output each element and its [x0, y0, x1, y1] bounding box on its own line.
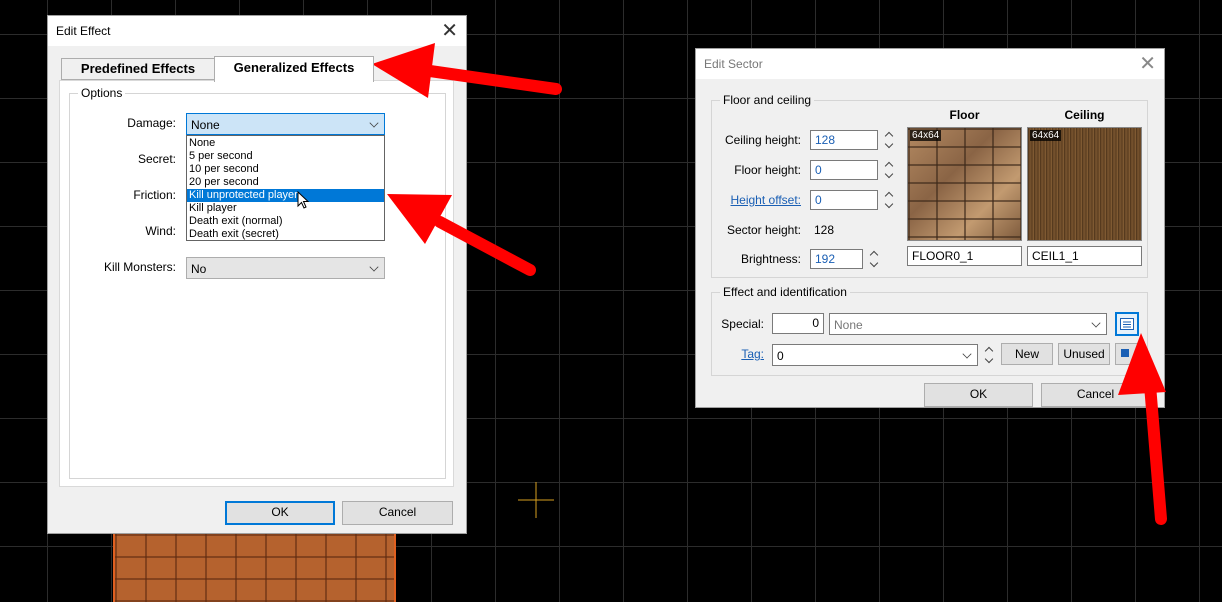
- brightness-label: Brightness:: [740, 252, 801, 266]
- chevron-down-icon: [369, 118, 379, 128]
- options-legend: Options: [78, 86, 126, 100]
- tab-generalized-effects[interactable]: Generalized Effects: [214, 56, 374, 82]
- floor-height-label: Floor height:: [734, 163, 801, 177]
- ceiling-height-label: Ceiling height:: [724, 133, 801, 147]
- damage-option[interactable]: Kill player: [187, 202, 384, 215]
- ceiling-height-spinner[interactable]: [884, 129, 894, 151]
- edit-effect-titlebar: Edit Effect ✕: [48, 16, 466, 46]
- floor-height-spinner[interactable]: [884, 159, 894, 181]
- browse-specials-button[interactable]: [1115, 312, 1139, 336]
- ceiling-texture-field[interactable]: CEIL1_1: [1027, 246, 1142, 266]
- brightness-spinner[interactable]: [869, 248, 879, 270]
- sector-height-value: 128: [814, 223, 835, 237]
- special-number-field[interactable]: 0: [772, 313, 824, 334]
- tag-link[interactable]: Tag:: [716, 347, 764, 361]
- new-tag-button[interactable]: New: [1001, 343, 1053, 365]
- friction-label: Friction:: [133, 188, 176, 202]
- height-offset-field[interactable]: 0: [810, 190, 878, 210]
- ok-button[interactable]: OK: [225, 501, 335, 525]
- special-name: None: [834, 318, 863, 332]
- edit-sector-title: Edit Sector: [704, 57, 763, 71]
- damage-option-selected[interactable]: Kill unprotected player: [187, 189, 384, 202]
- close-icon[interactable]: ✕: [441, 18, 458, 44]
- floor-texture-field[interactable]: FLOOR0_1: [907, 246, 1022, 266]
- damage-option[interactable]: 10 per second: [187, 163, 384, 176]
- tag-value: 0: [777, 349, 784, 363]
- chevron-down-icon: [1091, 318, 1101, 328]
- damage-option[interactable]: Death exit (normal): [187, 215, 384, 228]
- ceiling-height-field[interactable]: 128: [810, 130, 878, 150]
- edit-effect-title: Edit Effect: [56, 24, 111, 38]
- special-label: Special:: [721, 317, 764, 331]
- cancel-button[interactable]: Cancel: [342, 501, 453, 525]
- sector-height-label: Sector height:: [726, 223, 801, 237]
- tag-tool-icon: [1121, 349, 1129, 357]
- ceiling-texture-image[interactable]: 64x64: [1027, 127, 1142, 241]
- chevron-down-icon: [369, 262, 379, 272]
- edit-effect-dialog: Edit Effect ✕ Predefined Effects General…: [47, 15, 467, 534]
- ok-button[interactable]: OK: [924, 383, 1033, 407]
- ceiling-texture-size: 64x64: [1030, 130, 1062, 141]
- kill-monsters-value: No: [191, 262, 207, 276]
- close-icon[interactable]: ✕: [1139, 51, 1156, 77]
- edit-sector-titlebar: Edit Sector ✕: [696, 49, 1164, 79]
- tag-spinner[interactable]: [984, 344, 994, 366]
- floor-height-field[interactable]: 0: [810, 160, 878, 180]
- damage-dropdown[interactable]: None: [186, 113, 385, 135]
- secret-label: Secret:: [137, 152, 176, 166]
- floor-texture-size: 64x64: [910, 130, 942, 141]
- mouse-pointer-icon: [297, 191, 310, 209]
- floor-texture-image[interactable]: 64x64: [907, 127, 1022, 241]
- effect-and-identification-legend: Effect and identification: [720, 285, 850, 299]
- tag-extra-button[interactable]: [1115, 343, 1139, 365]
- ceiling-header: Ceiling: [1064, 108, 1105, 122]
- kill-monsters-label: Kill Monsters:: [103, 260, 176, 274]
- chevron-down-icon: [962, 349, 972, 359]
- wind-label: Wind:: [145, 224, 176, 238]
- tag-dropdown[interactable]: 0: [772, 344, 978, 366]
- unused-tag-button[interactable]: Unused: [1058, 343, 1110, 365]
- edit-sector-dialog: Edit Sector ✕ Floor and ceiling Ceiling …: [695, 48, 1165, 408]
- sector-floor-texture-preview: [113, 534, 396, 602]
- damage-label: Damage:: [127, 116, 176, 130]
- damage-option[interactable]: 5 per second: [187, 150, 384, 163]
- damage-option[interactable]: Death exit (secret): [187, 228, 384, 241]
- brightness-field[interactable]: 192: [810, 249, 863, 269]
- floor-and-ceiling-legend: Floor and ceiling: [720, 93, 815, 107]
- cancel-button[interactable]: Cancel: [1041, 383, 1150, 407]
- damage-option[interactable]: None: [187, 137, 384, 150]
- kill-monsters-dropdown[interactable]: No: [186, 257, 385, 279]
- damage-value: None: [191, 118, 220, 132]
- list-icon: [1120, 318, 1134, 330]
- special-dropdown[interactable]: None: [829, 313, 1107, 335]
- damage-options-list[interactable]: None 5 per second 10 per second 20 per s…: [186, 135, 385, 241]
- height-offset-spinner[interactable]: [884, 189, 894, 211]
- height-offset-link[interactable]: Height offset:: [716, 193, 802, 207]
- map-cursor-crosshair: [518, 482, 554, 518]
- damage-option[interactable]: 20 per second: [187, 176, 384, 189]
- tab-predefined-effects[interactable]: Predefined Effects: [61, 58, 215, 80]
- floor-header: Floor: [949, 108, 980, 122]
